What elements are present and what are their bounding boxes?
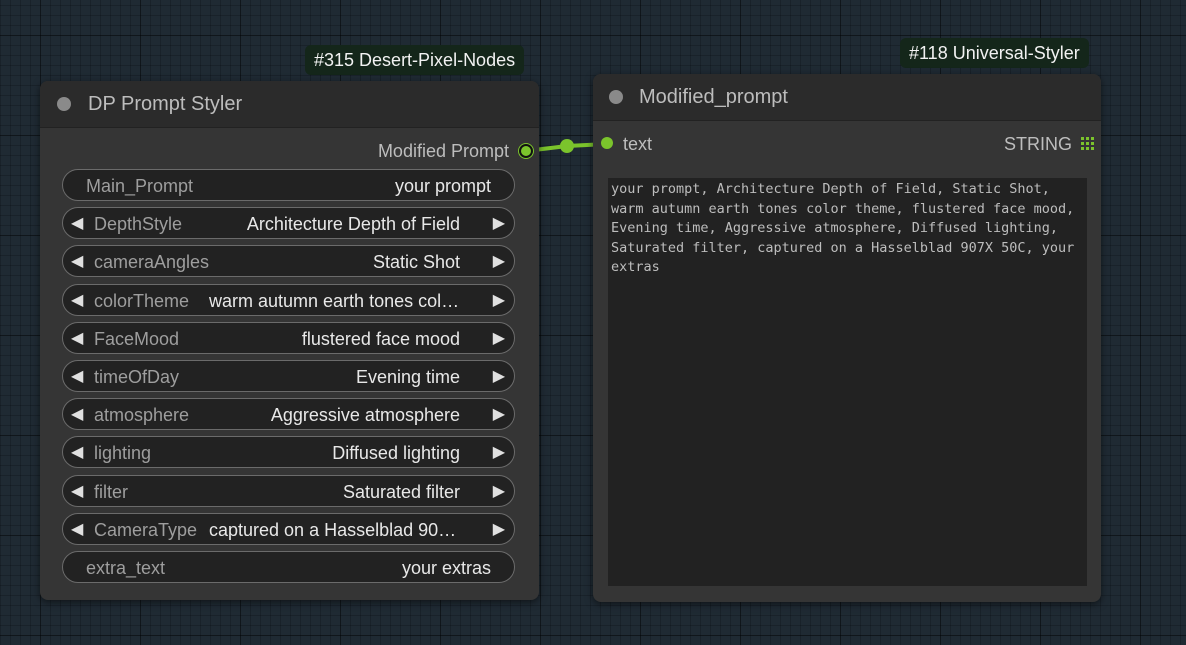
widget-Main_Prompt[interactable]: Main_Prompt your prompt — [62, 169, 515, 201]
node-collapse-dot-icon[interactable] — [609, 90, 623, 104]
prompt-textarea[interactable]: your prompt, Architecture Depth of Field… — [608, 178, 1087, 586]
widget-value: your prompt — [394, 176, 491, 196]
widget-value: Saturated filter — [342, 481, 460, 502]
widget-value: Static Shot — [372, 252, 460, 273]
widget-name: lighting — [94, 443, 152, 464]
widget-name: filter — [94, 481, 129, 502]
widget-value: flustered face mood — [301, 328, 460, 349]
widget-cameraAngles[interactable]: ◀ ▶ cameraAngles Static Shot — [62, 245, 515, 278]
arrow-left-icon[interactable]: ◀ — [71, 329, 83, 349]
arrow-left-icon[interactable]: ◀ — [71, 482, 83, 502]
widget-name: FaceMood — [94, 328, 180, 349]
widget-name: CameraType — [94, 519, 198, 540]
arrow-right-icon[interactable]: ▶ — [493, 329, 505, 349]
arrow-left-icon[interactable]: ◀ — [71, 443, 83, 463]
dp-prompt-styler-node[interactable]: DP Prompt Styler Modified Prompt Main_Pr… — [40, 81, 539, 600]
arrow-left-icon[interactable]: ◀ — [71, 214, 83, 234]
modified-prompt-node[interactable]: Modified_prompt text STRING your prompt,… — [593, 74, 1101, 602]
output-label-modified-prompt: Modified Prompt — [377, 141, 509, 161]
widget-FaceMood[interactable]: ◀ ▶ FaceMood flustered face mood — [62, 321, 515, 354]
arrow-right-icon[interactable]: ▶ — [493, 214, 505, 234]
output-slot-dot-icon[interactable] — [519, 144, 533, 158]
arrow-right-icon[interactable]: ▶ — [493, 367, 505, 387]
widget-value: your extras — [401, 558, 491, 578]
widget-value: Aggressive atmosphere — [270, 405, 460, 426]
widget-name: DepthStyle — [94, 214, 183, 235]
widget-atmosphere[interactable]: ◀ ▶ atmosphere Aggressive atmosphere — [62, 398, 515, 431]
widget-filter[interactable]: ◀ ▶ filter Saturated filter — [62, 474, 515, 507]
widget-name: extra_text — [86, 558, 166, 578]
node-badge-right: #118 Universal-Styler — [900, 38, 1089, 68]
node-header[interactable]: Modified_prompt — [593, 74, 1101, 121]
arrow-right-icon[interactable]: ▶ — [493, 520, 505, 540]
widget-name: colorTheme — [94, 290, 190, 311]
node-header[interactable]: DP Prompt Styler — [40, 81, 539, 128]
widget-name: timeOfDay — [94, 367, 180, 387]
node-title: DP Prompt Styler — [88, 93, 243, 115]
widget-value: Architecture Depth of Field — [246, 214, 460, 235]
arrow-left-icon[interactable]: ◀ — [71, 405, 83, 425]
input-slot-dot-icon[interactable] — [601, 137, 613, 149]
widget-value: captured on a Hasselblad 907X 50C — [209, 519, 460, 540]
arrow-left-icon[interactable]: ◀ — [71, 367, 83, 387]
widget-lighting[interactable]: ◀ ▶ lighting Diffused lighting — [62, 436, 515, 469]
node-title: Modified_prompt — [639, 86, 788, 108]
widget-extra_text[interactable]: extra_text your extras — [62, 551, 515, 583]
node-badge-left: #315 Desert-Pixel-Nodes — [305, 45, 525, 75]
arrow-right-icon[interactable]: ▶ — [493, 291, 505, 311]
node-collapse-dot-icon[interactable] — [57, 97, 71, 111]
widget-name: atmosphere — [94, 405, 190, 426]
widget-DepthStyle[interactable]: ◀ ▶ DepthStyle Architecture Depth of Field — [62, 207, 515, 240]
widget-value: Evening time — [355, 367, 460, 387]
arrow-left-icon[interactable]: ◀ — [71, 291, 83, 311]
arrow-right-icon[interactable]: ▶ — [493, 482, 505, 502]
arrow-right-icon[interactable]: ▶ — [493, 252, 505, 272]
widget-CameraType[interactable]: ◀ ▶ CameraType captured on a Hasselblad 907… — [62, 512, 515, 545]
widget-name: cameraAngles — [94, 252, 210, 273]
arrow-right-icon[interactable]: ▶ — [493, 405, 505, 425]
grid-icon — [1081, 137, 1094, 150]
arrow-right-icon[interactable]: ▶ — [493, 443, 505, 463]
type-label-string: STRING — [1003, 134, 1072, 154]
input-label-text: text — [623, 134, 653, 154]
widget-value: warm autumn earth tones color theme — [209, 290, 460, 311]
widget-colorTheme[interactable]: ◀ ▶ colorTheme warm autumn earth tones colo… — [62, 283, 515, 316]
arrow-left-icon[interactable]: ◀ — [71, 520, 83, 540]
widget-timeOfDay[interactable]: ◀ ▶ timeOfDay Evening time — [62, 360, 515, 392]
widget-value: Diffused lighting — [332, 443, 460, 464]
widget-name: Main_Prompt — [86, 176, 194, 196]
arrow-left-icon[interactable]: ◀ — [71, 252, 83, 272]
